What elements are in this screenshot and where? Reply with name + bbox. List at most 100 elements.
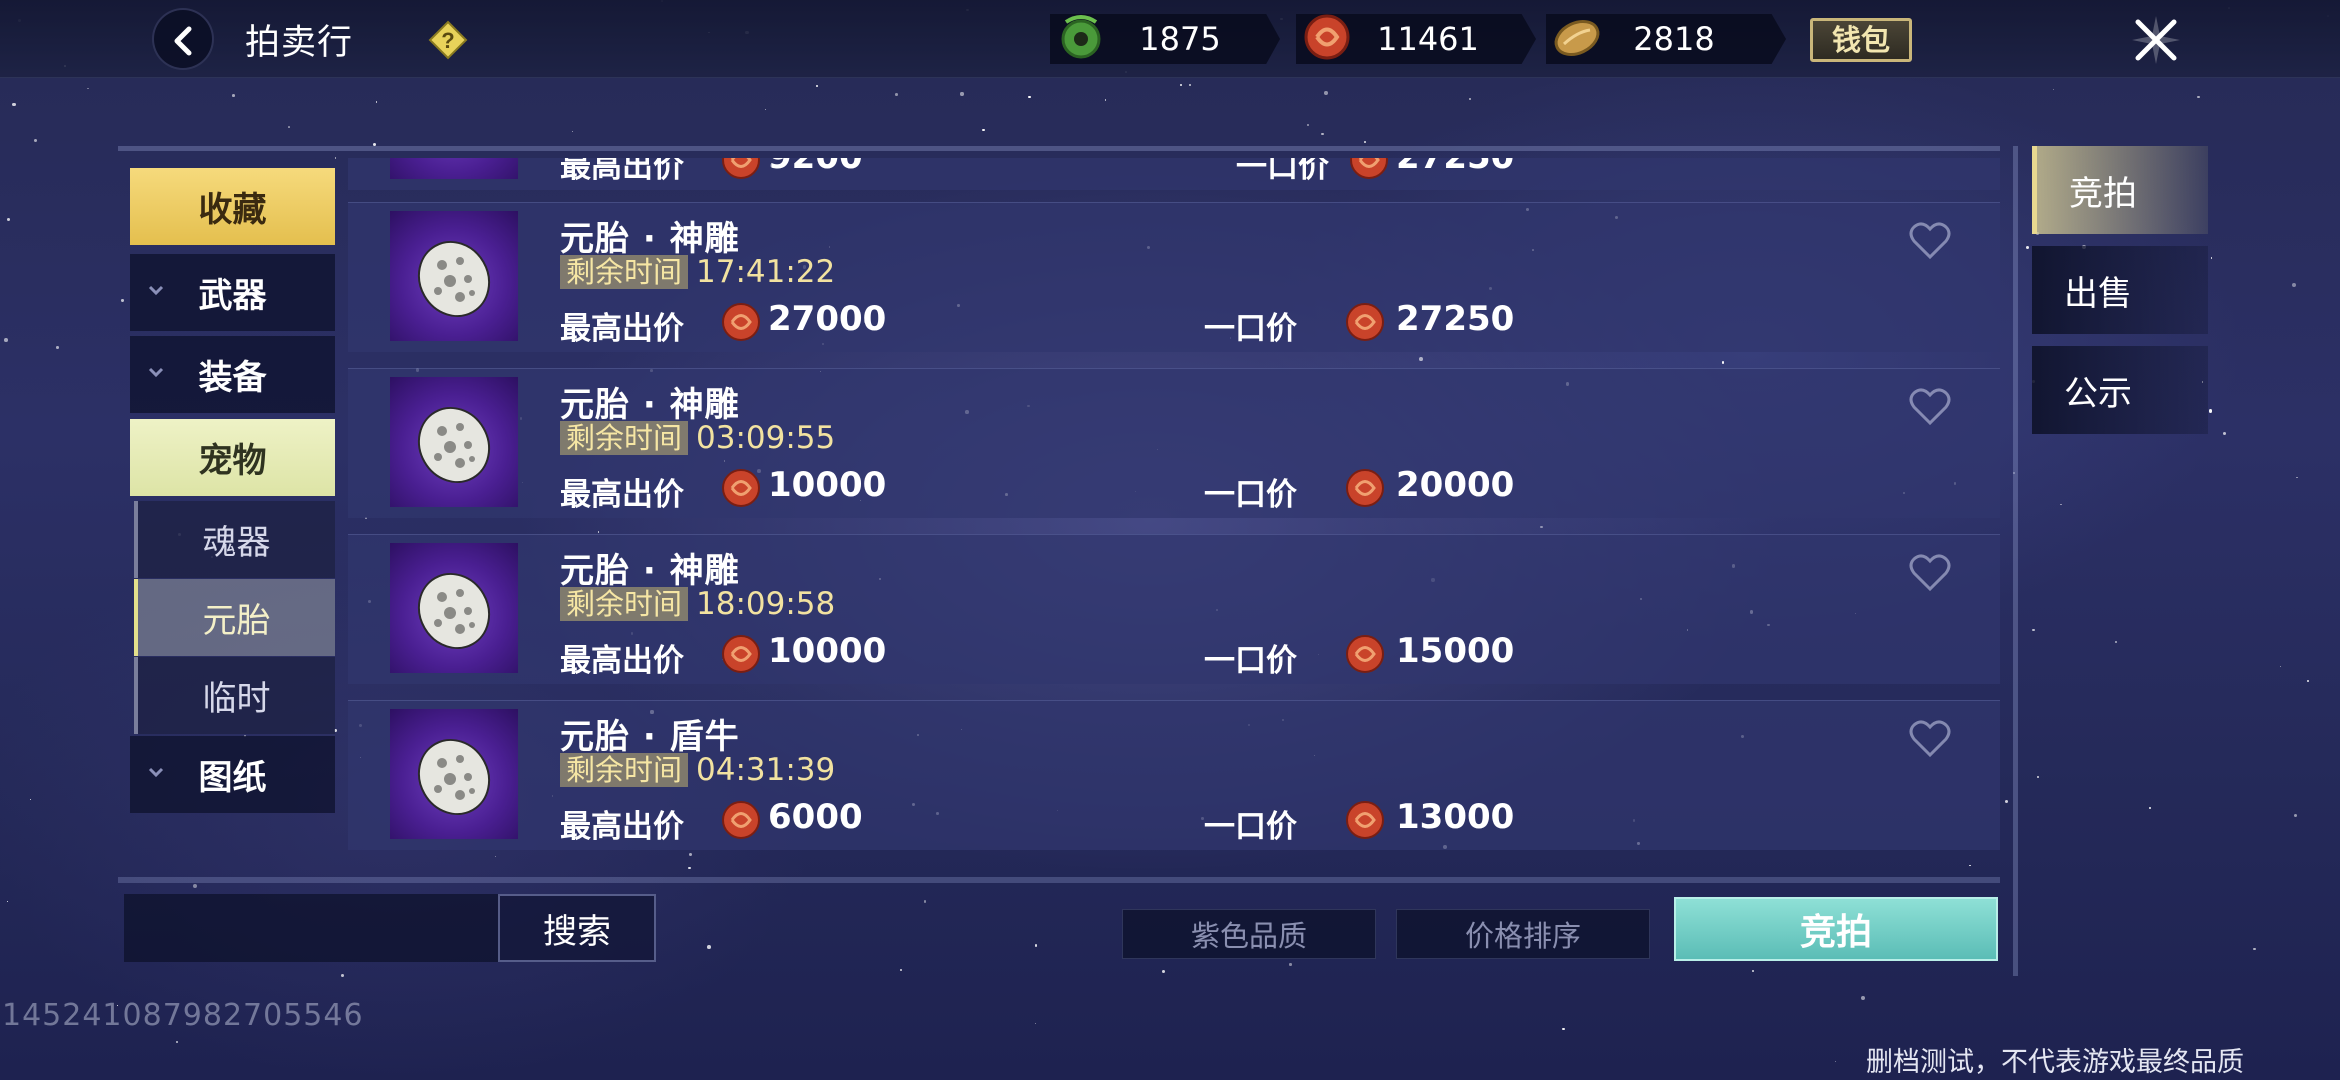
back-arrow-icon bbox=[174, 26, 192, 56]
star-dot bbox=[2210, 256, 2213, 259]
red-swirl-coin-icon bbox=[1346, 303, 1384, 341]
time-left-value: 04:31:39 bbox=[696, 752, 836, 788]
category-weapons[interactable]: 武器 bbox=[130, 254, 335, 331]
page-title: 拍卖行 bbox=[245, 23, 354, 63]
favorite-button[interactable] bbox=[1908, 221, 1952, 265]
subcategory-temporary[interactable]: 临时 bbox=[134, 657, 335, 734]
star-dot bbox=[2114, 641, 2117, 644]
star-dot bbox=[121, 299, 124, 302]
disclaimer-text: 删档测试，不代表游戏最终品质 bbox=[1866, 1047, 2244, 1078]
back-button[interactable] bbox=[152, 8, 214, 70]
subcategory-label: 元胎 bbox=[202, 601, 271, 641]
subcategory-soul-vessel[interactable]: 魂器 bbox=[134, 501, 335, 578]
tab-label: 公示 bbox=[2064, 373, 2132, 414]
favorite-heart-icon bbox=[1909, 222, 1951, 260]
favorite-heart-icon bbox=[1909, 720, 1951, 758]
red-swirl-coin-icon bbox=[1346, 635, 1384, 673]
category-equipment[interactable]: 装备 bbox=[130, 336, 335, 413]
red-swirl-coin-icon bbox=[1346, 469, 1384, 507]
highest-bid-value: 27000 bbox=[768, 299, 887, 339]
buyout-label: 一口价 bbox=[1236, 158, 1329, 185]
red-swirl-coin-icon bbox=[1346, 801, 1384, 839]
search-button[interactable]: 搜索 bbox=[498, 894, 656, 962]
star-dot bbox=[1034, 944, 1038, 947]
red-swirl-coin-icon bbox=[722, 303, 760, 341]
buyout-label: 一口价 bbox=[1204, 477, 1297, 513]
star-dot bbox=[2026, 245, 2030, 249]
star-dot bbox=[900, 969, 902, 972]
star-dot bbox=[707, 944, 712, 949]
bid-button[interactable]: 竞拍 bbox=[1674, 897, 1998, 961]
star-dot bbox=[34, 139, 38, 143]
item-name: 元胎 · 盾牛 bbox=[560, 717, 740, 757]
star-dot bbox=[2222, 431, 2227, 436]
tab-public[interactable]: 公示 bbox=[2032, 346, 2208, 434]
panel-bottom-border bbox=[118, 877, 2000, 883]
buyout-value: 20000 bbox=[1396, 465, 1515, 505]
star-dot bbox=[4, 337, 9, 342]
star-dot bbox=[1860, 995, 1865, 1000]
buyout-value: 27250 bbox=[1396, 299, 1515, 339]
category-favorites[interactable]: 收藏 bbox=[130, 168, 335, 245]
list-item[interactable]: 元胎 · 神雕 剩余时间 03:09:55 最高出价 10000 一口价 20000 bbox=[348, 368, 2000, 518]
time-left-label: 剩余时间 bbox=[560, 587, 689, 621]
search-input[interactable] bbox=[124, 894, 500, 962]
highest-bid-label: 最高出价 bbox=[560, 477, 684, 513]
buyout-value: 13000 bbox=[1396, 797, 1515, 837]
wallet-button[interactable]: 钱包 bbox=[1810, 18, 1912, 62]
item-name: 元胎 · 神雕 bbox=[560, 385, 740, 425]
category-label: 宠物 bbox=[198, 441, 267, 481]
panel-top-border bbox=[118, 146, 2000, 151]
tab-bid[interactable]: 竞拍 bbox=[2032, 146, 2208, 234]
star-dot bbox=[1035, 1022, 1037, 1024]
subcategory-embryo[interactable]: 元胎 bbox=[134, 579, 335, 656]
star-dot bbox=[1468, 97, 1471, 100]
star-dot bbox=[895, 93, 899, 96]
list-item[interactable]: 元胎 · 神雕 剩余时间 17:41:22 最高出价 27000 一口价 27250 bbox=[348, 202, 2000, 352]
gold-bean-coin-icon bbox=[1554, 20, 1600, 56]
price-sort-dropdown[interactable]: 价格排序 bbox=[1396, 909, 1650, 959]
quality-filter-dropdown[interactable]: 紫色品质 bbox=[1122, 909, 1376, 959]
favorite-button[interactable] bbox=[1908, 553, 1952, 597]
highest-bid-label: 最高出价 bbox=[560, 809, 684, 845]
red-swirl-coin-icon bbox=[722, 635, 760, 673]
star-dot bbox=[11, 102, 16, 107]
star-dot bbox=[1306, 123, 1310, 127]
help-icon[interactable]: ? bbox=[428, 20, 468, 64]
star-dot bbox=[571, 130, 573, 132]
star-dot bbox=[1324, 90, 1329, 95]
star-dot bbox=[2060, 503, 2062, 506]
star-dot bbox=[923, 899, 927, 903]
red-swirl-coin-icon bbox=[722, 801, 760, 839]
red-swirl-coin-icon bbox=[722, 158, 760, 179]
category-pets[interactable]: 宠物 bbox=[130, 419, 335, 496]
egg-icon bbox=[417, 572, 491, 650]
favorite-button[interactable] bbox=[1908, 387, 1952, 431]
star-dot bbox=[1969, 864, 1971, 867]
star-dot bbox=[29, 798, 32, 801]
currency-red-value: 11461 bbox=[1377, 20, 1479, 58]
tab-label: 竞拍 bbox=[2069, 173, 2137, 214]
panel-scrollbar[interactable] bbox=[2013, 146, 2018, 976]
favorite-button[interactable] bbox=[1908, 719, 1952, 763]
star-dot bbox=[231, 94, 235, 98]
close-icon[interactable] bbox=[2128, 12, 2184, 68]
star-dot bbox=[1027, 95, 1031, 99]
tab-sell[interactable]: 出售 bbox=[2032, 246, 2208, 334]
star-dot bbox=[288, 125, 290, 128]
list-item-partial[interactable]: 最高出价 9200 一口价 27250 bbox=[348, 158, 2000, 190]
item-thumbnail bbox=[390, 709, 518, 839]
star-dot bbox=[193, 883, 198, 888]
category-blueprints[interactable]: 图纸 bbox=[130, 736, 335, 813]
star-dot bbox=[87, 87, 89, 90]
star-dot bbox=[1289, 963, 1292, 966]
buyout-label: 一口价 bbox=[1204, 311, 1297, 347]
star-dot bbox=[1189, 83, 1192, 86]
top-bar: 拍卖行 ? 1875 11461 2818 钱包 bbox=[0, 0, 2340, 78]
star-dot bbox=[1321, 132, 1325, 136]
list-item[interactable]: 元胎 · 神雕 剩余时间 18:09:58 最高出价 10000 一口价 15000 bbox=[348, 534, 2000, 684]
auction-list[interactable]: 最高出价 9200 一口价 27250 元胎 · 神雕剩余时间17:41:22最… bbox=[348, 158, 2000, 852]
time-left-value: 03:09:55 bbox=[696, 420, 836, 456]
egg-icon bbox=[417, 406, 491, 484]
list-item[interactable]: 元胎 · 盾牛 剩余时间 04:31:39 最高出价 6000 一口价 13000 bbox=[348, 700, 2000, 850]
